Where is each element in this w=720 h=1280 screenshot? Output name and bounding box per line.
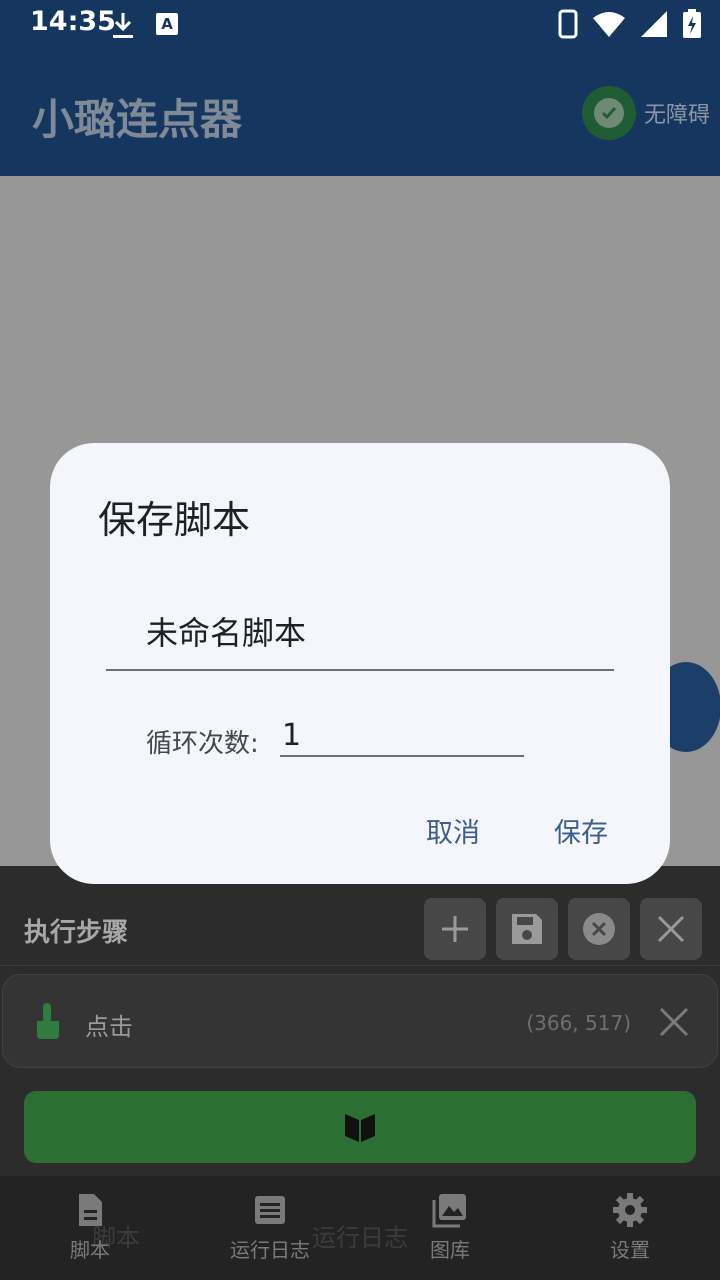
clear-steps-button[interactable] <box>568 898 630 960</box>
check-icon <box>593 98 624 128</box>
nav-label: 运行日志 <box>230 1238 310 1262</box>
signal-icon <box>641 11 667 37</box>
loop-count-input[interactable] <box>280 715 524 757</box>
status-icons <box>558 8 702 40</box>
phone-icon <box>558 9 578 39</box>
steps-panel: 执行步骤 点击 (366, 517) <box>0 866 720 1176</box>
save-script-dialog: 保存脚本 循环次数: 取消 保存 <box>50 443 670 884</box>
plus-icon <box>442 916 468 942</box>
gear-icon <box>613 1193 647 1227</box>
nav-item-log[interactable]: 运行日志 <box>200 1192 340 1263</box>
nav-label: 脚本 <box>70 1238 110 1262</box>
accessibility-label: 无障碍 <box>643 103 710 128</box>
close-panel-button[interactable] <box>640 898 702 960</box>
panel-title: 执行步骤 <box>24 918 129 948</box>
wifi-icon <box>593 12 625 37</box>
a-notification-icon: A <box>156 13 178 35</box>
save-script-button[interactable] <box>496 898 558 960</box>
floppy-disk-icon <box>512 914 542 944</box>
step-item[interactable]: 点击 (366, 517) <box>2 974 718 1068</box>
close-icon <box>657 915 685 943</box>
status-time: 14:35 <box>30 6 116 37</box>
tap-hand-icon <box>37 1003 59 1039</box>
cancel-circle-icon <box>583 913 615 945</box>
app-title: 小璐连点器 <box>32 95 243 144</box>
download-icon <box>113 13 133 38</box>
run-icon <box>345 1114 375 1142</box>
bottom-navigation: 脚本 运行日志 脚本 运行日志 图库 设置 <box>0 1176 720 1280</box>
nav-item-script[interactable]: 脚本 <box>20 1192 160 1263</box>
nav-label: 图库 <box>430 1238 470 1262</box>
run-button[interactable] <box>24 1091 696 1163</box>
accessibility-badge <box>581 86 636 140</box>
script-name-input[interactable] <box>106 593 614 671</box>
panel-divider <box>0 965 720 966</box>
nav-item-gallery[interactable]: 图库 <box>380 1192 520 1263</box>
log-icon <box>255 1196 285 1224</box>
nav-label: 设置 <box>610 1238 650 1262</box>
accessibility-status[interactable]: 无障碍 <box>581 86 710 140</box>
add-step-button[interactable] <box>424 898 486 960</box>
loop-count-label: 循环次数: <box>146 729 259 759</box>
cancel-button[interactable]: 取消 <box>426 811 480 850</box>
status-bar: 14:35 A <box>0 0 720 48</box>
nav-item-settings[interactable]: 设置 <box>560 1192 700 1263</box>
remove-step-icon[interactable] <box>657 1005 691 1039</box>
document-icon <box>79 1194 102 1226</box>
gallery-icon <box>432 1194 466 1228</box>
save-button[interactable]: 保存 <box>554 811 608 850</box>
step-coordinates: (366, 517) <box>526 1011 631 1035</box>
battery-charging-icon <box>683 9 701 38</box>
app-bar: 14:35 A 小璐连点器 无障碍 <box>0 0 720 176</box>
dialog-title: 保存脚本 <box>98 498 251 542</box>
step-label: 点击 <box>85 1013 133 1041</box>
